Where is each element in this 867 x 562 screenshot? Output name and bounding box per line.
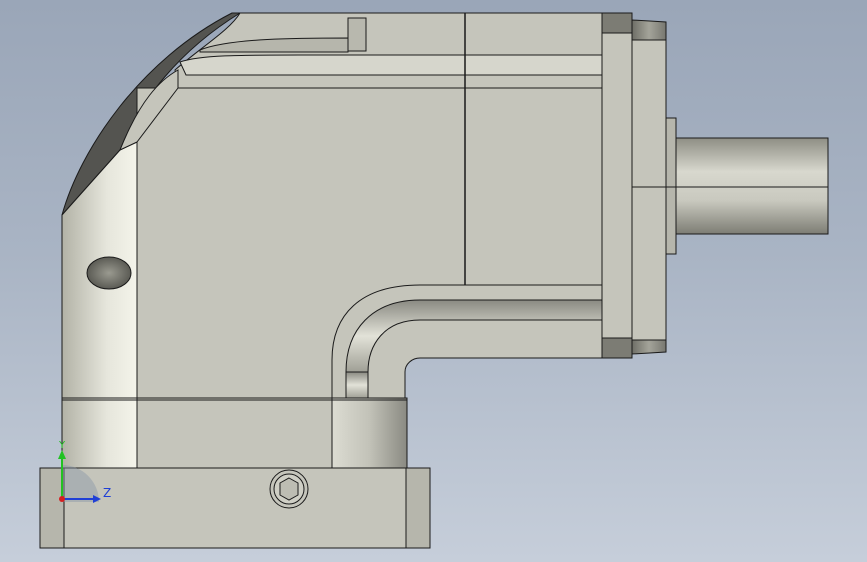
x-axis-dot-icon <box>59 496 65 502</box>
gearbox-model[interactable] <box>0 0 867 562</box>
input-flange[interactable] <box>601 12 677 359</box>
triad-z-label: Z <box>103 486 112 500</box>
elbow-channel <box>331 284 603 399</box>
hex-socket-screw-icon[interactable] <box>269 469 309 509</box>
graphics-viewport[interactable]: Y Z <box>0 0 867 562</box>
side-port-hole <box>86 256 132 290</box>
lower-collar <box>61 397 408 469</box>
mounting-base[interactable] <box>39 467 431 549</box>
triad-y-label: Y <box>59 440 66 451</box>
output-shaft[interactable] <box>666 137 829 235</box>
